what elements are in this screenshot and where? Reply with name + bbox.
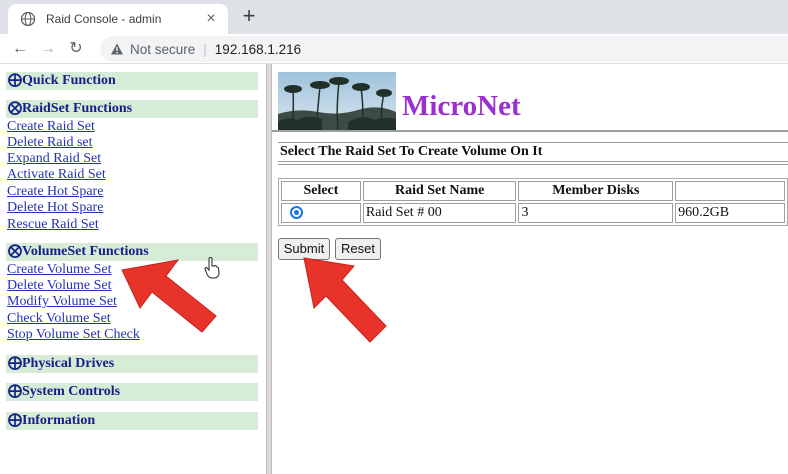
brand-logo-text: MicroNet <box>402 90 521 122</box>
section-physical-drives[interactable]: ⨁Physical Drives <box>6 355 258 373</box>
back-button[interactable]: ← <box>8 38 32 60</box>
link-rescue-raid-set[interactable]: Rescue Raid Set <box>7 217 99 233</box>
browser-tab[interactable]: Raid Console - admin × <box>8 4 228 34</box>
address-bar: ← → ↻ Not secure | 192.168.1.216 <box>0 34 788 64</box>
expand-icon: ⨁ <box>8 73 22 88</box>
submit-button[interactable]: Submit <box>278 238 330 260</box>
table-row: Raid Set # 00 3 960.2GB <box>281 203 785 223</box>
section-title: Information <box>22 413 96 428</box>
link-create-volume-set[interactable]: Create Volume Set <box>7 262 111 278</box>
main-content: MicroNet Select The Raid Set To Create V… <box>272 64 788 474</box>
section-title: System Controls <box>22 384 121 399</box>
link-create-raid-set[interactable]: Create Raid Set <box>7 119 95 135</box>
close-tab-icon[interactable]: × <box>200 10 222 28</box>
column-header: Raid Set Name <box>362 181 517 201</box>
link-modify-volume-set[interactable]: Modify Volume Set <box>7 294 117 310</box>
link-stop-volume-set-check[interactable]: Stop Volume Set Check <box>7 327 140 343</box>
section-raidset-functions[interactable]: ⨂RaidSet Functions <box>6 100 258 118</box>
forward-button[interactable]: → <box>36 38 60 60</box>
section-volumeset-functions[interactable]: ⨂VolumeSet Functions <box>6 243 258 261</box>
url-separator: | <box>203 41 207 57</box>
reload-button[interactable]: ↻ <box>64 38 88 60</box>
tab-title: Raid Console - admin <box>46 12 162 26</box>
section-title: Quick Function <box>22 73 116 88</box>
link-expand-raid-set[interactable]: Expand Raid Set <box>7 151 101 167</box>
column-header: Member Disks <box>518 181 674 201</box>
reset-button[interactable]: Reset <box>335 238 381 260</box>
tab-strip: Raid Console - admin × + <box>0 0 788 34</box>
raid-set-table: Select Raid Set Name Member Disks Raid S… <box>278 178 788 226</box>
url-text: 192.168.1.216 <box>214 41 302 57</box>
title-divider <box>278 164 788 165</box>
section-title: RaidSet Functions <box>22 101 133 116</box>
section-title: VolumeSet Functions <box>22 244 149 259</box>
select-cell <box>281 203 361 223</box>
raid-set-radio[interactable] <box>290 206 303 220</box>
link-create-hot-spare[interactable]: Create Hot Spare <box>7 184 103 200</box>
link-delete-volume-set[interactable]: Delete Volume Set <box>7 278 111 294</box>
new-tab-button[interactable]: + <box>236 4 262 30</box>
member-disks-cell: 3 <box>518 203 674 223</box>
link-check-volume-set[interactable]: Check Volume Set <box>7 311 111 327</box>
column-header: Select <box>281 181 361 201</box>
link-activate-raid-set[interactable]: Activate Raid Set <box>7 167 106 183</box>
link-delete-raid-set[interactable]: Delete Raid set <box>7 135 93 151</box>
palm-trees-banner-image <box>278 72 396 130</box>
expand-icon: ⨁ <box>8 384 22 399</box>
column-header <box>675 181 785 201</box>
collapse-icon: ⨂ <box>8 101 22 116</box>
section-information[interactable]: ⨁Information <box>6 412 258 430</box>
raid-set-name-cell: Raid Set # 00 <box>362 203 517 223</box>
collapse-icon: ⨂ <box>8 244 22 259</box>
sidebar: ⨁Quick Function ⨂RaidSet Functions Creat… <box>0 64 266 474</box>
table-header-row: Select Raid Set Name Member Disks <box>281 181 785 201</box>
expand-icon: ⨁ <box>8 413 22 428</box>
section-quick-function[interactable]: ⨁Quick Function <box>6 72 258 90</box>
section-system-controls[interactable]: ⨁System Controls <box>6 383 258 401</box>
warning-icon <box>111 43 123 55</box>
expand-icon: ⨁ <box>8 356 22 371</box>
page-title: Select The Raid Set To Create Volume On … <box>278 142 788 162</box>
url-input[interactable]: Not secure | 192.168.1.216 <box>100 36 788 62</box>
section-title: Physical Drives <box>22 356 115 371</box>
header-divider <box>272 130 788 132</box>
capacity-cell: 960.2GB <box>675 203 785 223</box>
link-delete-hot-spare[interactable]: Delete Hot Spare <box>7 200 103 216</box>
hand-cursor-icon <box>204 257 220 279</box>
globe-icon <box>20 11 36 27</box>
not-secure-label: Not secure <box>130 41 196 57</box>
